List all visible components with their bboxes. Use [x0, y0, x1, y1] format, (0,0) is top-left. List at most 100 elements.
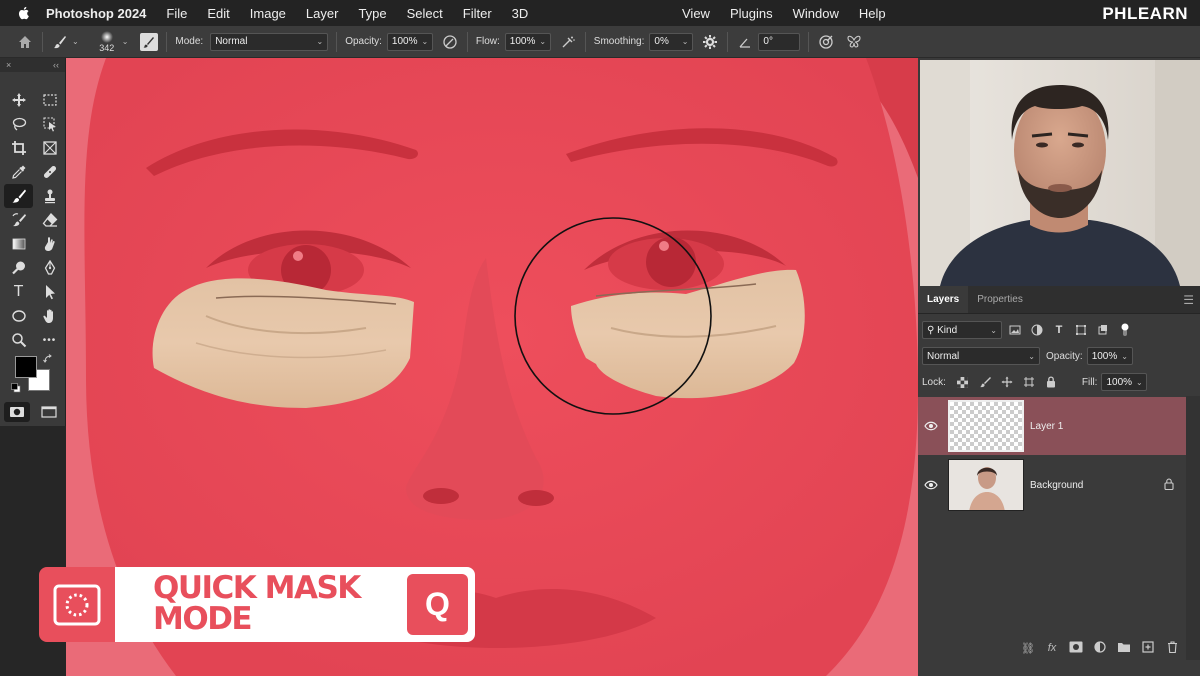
- smudge-tool-icon[interactable]: [35, 232, 64, 256]
- pressure-size-icon[interactable]: [817, 33, 835, 51]
- hand-tool-icon[interactable]: [35, 304, 64, 328]
- collapse-icon[interactable]: ‹‹: [53, 60, 59, 70]
- delete-layer-icon[interactable]: [1164, 640, 1180, 656]
- lock-position-icon[interactable]: [998, 373, 1016, 391]
- new-layer-icon[interactable]: [1140, 640, 1156, 656]
- layer-opacity-label: Opacity:: [1046, 350, 1083, 362]
- airbrush-icon[interactable]: [559, 33, 577, 51]
- layer-opacity-field[interactable]: 100% ⌄: [1086, 347, 1133, 365]
- brand-logo: PHLEARN: [1102, 4, 1188, 23]
- tab-properties[interactable]: Properties: [968, 286, 1032, 313]
- eye-icon[interactable]: [918, 421, 944, 431]
- default-colors-icon[interactable]: [11, 383, 21, 393]
- menu-filter[interactable]: Filter: [463, 6, 492, 21]
- zoom-tool-icon[interactable]: [4, 328, 33, 352]
- move-tool-icon[interactable]: [4, 88, 33, 112]
- layer-filter-row: ⚲ Kind ⌄ T: [918, 317, 1200, 343]
- menu-type[interactable]: Type: [358, 6, 386, 21]
- menu-layer[interactable]: Layer: [306, 6, 339, 21]
- layer-row-layer-1[interactable]: Layer 1: [918, 397, 1186, 455]
- brush-size-picker[interactable]: 342: [95, 30, 119, 53]
- pressure-opacity-icon[interactable]: [441, 33, 459, 51]
- filter-toggle-icon[interactable]: [1116, 321, 1134, 339]
- menu-help[interactable]: Help: [859, 6, 886, 21]
- layer-name[interactable]: Background: [1030, 480, 1083, 491]
- panel-menu-icon[interactable]: ☰: [1183, 286, 1194, 313]
- lasso-tool-icon[interactable]: [4, 112, 33, 136]
- angle-value: 0°: [763, 36, 773, 47]
- menu-3d[interactable]: 3D: [512, 6, 529, 21]
- pen-tool-icon[interactable]: [35, 256, 64, 280]
- lock-artboard-icon[interactable]: [1020, 373, 1038, 391]
- screen-mode-icon[interactable]: [36, 402, 62, 422]
- clone-stamp-tool-icon[interactable]: [35, 184, 64, 208]
- layers-scrollbar[interactable]: [1186, 396, 1200, 660]
- close-icon[interactable]: ×: [6, 60, 11, 70]
- opacity-field[interactable]: 100% ⌄: [386, 32, 433, 51]
- apple-icon[interactable]: [16, 5, 32, 21]
- tab-layers[interactable]: Layers: [918, 286, 969, 313]
- shape-filter-icon[interactable]: [1072, 321, 1090, 339]
- lower-third-card: QUICK MASK MODE Q: [115, 567, 475, 642]
- home-icon[interactable]: [16, 33, 34, 51]
- symmetry-butterfly-icon[interactable]: [845, 33, 863, 51]
- lock-all-icon[interactable]: [1042, 373, 1060, 391]
- menu-select[interactable]: Select: [407, 6, 443, 21]
- lock-image-pixels-icon[interactable]: [976, 373, 994, 391]
- flow-value: 100%: [509, 36, 536, 47]
- eraser-tool-icon[interactable]: [35, 208, 64, 232]
- adjustment-filter-icon[interactable]: [1028, 321, 1046, 339]
- more-tools-icon[interactable]: •••: [35, 328, 64, 352]
- chevron-down-icon[interactable]: ⌄: [72, 37, 79, 46]
- lock-transparent-pixels-icon[interactable]: [954, 373, 972, 391]
- type-filter-icon[interactable]: T: [1050, 321, 1068, 339]
- healing-brush-tool-icon[interactable]: [35, 160, 64, 184]
- filter-kind-dropdown[interactable]: ⚲ Kind ⌄: [922, 321, 1002, 339]
- smoothing-field[interactable]: 0% ⌄: [649, 32, 694, 51]
- tools-panel-header[interactable]: × ‹‹: [0, 58, 65, 72]
- brush-tool-icon[interactable]: [4, 184, 33, 208]
- pixel-filter-icon[interactable]: [1006, 321, 1024, 339]
- history-brush-tool-icon[interactable]: [4, 208, 33, 232]
- crop-tool-icon[interactable]: [4, 136, 33, 160]
- app-name[interactable]: Photoshop 2024: [46, 6, 146, 21]
- blend-mode-dropdown[interactable]: Normal ⌄: [922, 347, 1040, 365]
- foreground-color-swatch[interactable]: [15, 356, 37, 378]
- fill-value: 100%: [1106, 376, 1133, 388]
- angle-field[interactable]: 0°: [758, 32, 801, 51]
- menu-window[interactable]: Window: [793, 6, 839, 21]
- chevron-down-icon[interactable]: ⌄: [122, 37, 129, 46]
- adjustment-layer-icon[interactable]: [1092, 640, 1108, 656]
- chevron-down-icon: ⌄: [539, 37, 547, 46]
- eye-icon[interactable]: [918, 480, 944, 490]
- flow-field[interactable]: 100% ⌄: [504, 32, 551, 51]
- new-group-icon[interactable]: [1116, 641, 1132, 656]
- gear-icon[interactable]: [701, 33, 719, 51]
- marquee-tool-icon[interactable]: [35, 88, 64, 112]
- brush-preset-icon[interactable]: [51, 33, 69, 51]
- menu-edit[interactable]: Edit: [207, 6, 229, 21]
- frame-tool-icon[interactable]: [35, 136, 64, 160]
- menu-view[interactable]: View: [682, 6, 710, 21]
- gradient-tool-icon[interactable]: [4, 232, 33, 256]
- link-layers-icon[interactable]: ⛓: [1020, 642, 1036, 655]
- fill-field[interactable]: 100% ⌄: [1101, 373, 1148, 391]
- menu-file[interactable]: File: [166, 6, 187, 21]
- brush-settings-icon[interactable]: [140, 32, 159, 51]
- swap-colors-icon[interactable]: [43, 354, 53, 364]
- ellipse-tool-icon[interactable]: [4, 304, 33, 328]
- quick-mask-mode-icon[interactable]: [4, 402, 30, 422]
- smart-object-filter-icon[interactable]: [1094, 321, 1112, 339]
- add-mask-icon[interactable]: [1068, 641, 1084, 656]
- mode-dropdown[interactable]: Normal ⌄: [210, 32, 329, 51]
- menu-plugins[interactable]: Plugins: [730, 6, 773, 21]
- object-select-tool-icon[interactable]: [35, 112, 64, 136]
- type-tool-icon[interactable]: T: [4, 280, 33, 304]
- layer-name[interactable]: Layer 1: [1030, 421, 1063, 432]
- eyedropper-tool-icon[interactable]: [4, 160, 33, 184]
- menu-image[interactable]: Image: [250, 6, 286, 21]
- path-selection-tool-icon[interactable]: [35, 280, 64, 304]
- dodge-tool-icon[interactable]: [4, 256, 33, 280]
- layer-row-background[interactable]: Background: [918, 456, 1186, 514]
- fx-icon[interactable]: fx: [1044, 642, 1060, 654]
